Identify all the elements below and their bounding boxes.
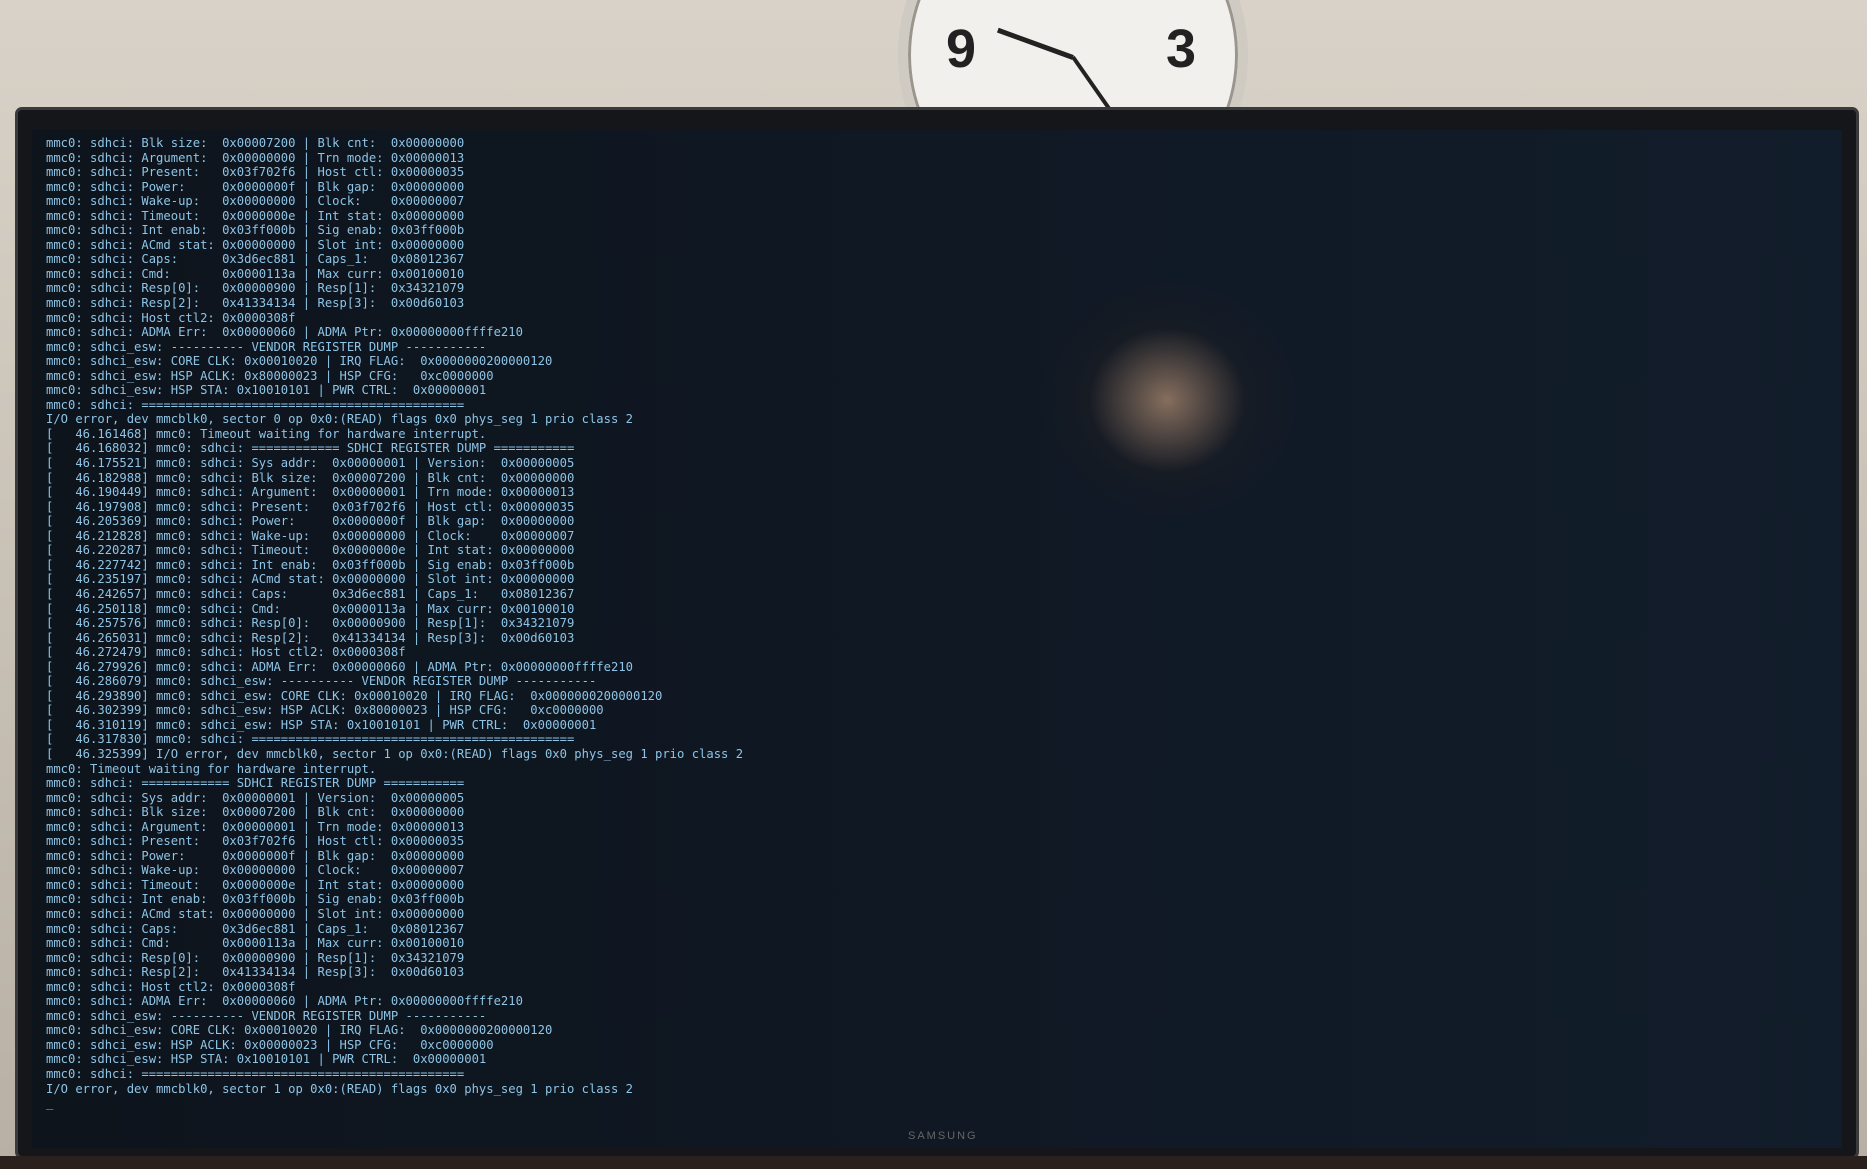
console-line: mmc0: sdhci: Argument: 0x00000001 | Trn … — [46, 819, 465, 834]
console-line: [ 46.302399] mmc0: sdhci_esw: HSP ACLK: … — [46, 703, 604, 718]
console-line: mmc0: sdhci: Argument: 0x00000000 | Trn … — [46, 150, 465, 165]
console-line: mmc0: sdhci: Cmd: 0x0000113a | Max curr:… — [46, 266, 465, 281]
monitor: mmc0: sdhci: Blk size: 0x00007200 | Blk … — [18, 110, 1856, 1156]
console-line: mmc0: sdhci: Blk size: 0x00007200 | Blk … — [46, 805, 465, 820]
console-line: [ 46.212828] mmc0: sdhci: Wake-up: 0x000… — [46, 528, 575, 543]
console-line: mmc0: sdhci: Timeout: 0x0000000e | Int s… — [46, 208, 465, 223]
desk — [0, 1156, 1867, 1169]
console-line: mmc0: sdhci_esw: HSP ACLK: 0x80000023 | … — [46, 368, 494, 383]
console-line: [ 46.197908] mmc0: sdhci: Present: 0x03f… — [46, 499, 575, 514]
console-line: [ 46.168032] mmc0: sdhci: ============ S… — [46, 441, 575, 456]
console-line: mmc0: sdhci: Resp[2]: 0x41334134 | Resp[… — [46, 296, 465, 311]
console-line: mmc0: sdhci: Power: 0x0000000f | Blk gap… — [46, 848, 465, 863]
console-line: [ 46.293890] mmc0: sdhci_esw: CORE CLK: … — [46, 688, 663, 703]
console-line: mmc0: sdhci: Host ctl2: 0x0000308f — [46, 979, 296, 994]
console-output: mmc0: sdhci: Blk size: 0x00007200 | Blk … — [46, 136, 743, 1111]
console-line: mmc0: sdhci: ADMA Err: 0x00000060 | ADMA… — [46, 325, 523, 340]
console-line: mmc0: sdhci_esw: HSP STA: 0x10010101 | P… — [46, 1052, 487, 1067]
console-line: mmc0: sdhci: ============ SDHCI REGISTER… — [46, 776, 465, 791]
console-line: mmc0: sdhci: Cmd: 0x0000113a | Max curr:… — [46, 936, 465, 951]
console-line: mmc0: sdhci: Int enab: 0x03ff000b | Sig … — [46, 892, 465, 907]
console-line: [ 46.279926] mmc0: sdhci: ADMA Err: 0x00… — [46, 659, 633, 674]
clock-numeral: 3 — [1166, 19, 1197, 79]
console-line: mmc0: sdhci: Sys addr: 0x00000001 | Vers… — [46, 790, 465, 805]
console-line: [ 46.286079] mmc0: sdhci_esw: ----------… — [46, 674, 597, 689]
console-line: mmc0: sdhci: Host ctl2: 0x0000308f — [46, 310, 296, 325]
console-line: I/O error, dev mmcblk0, sector 0 op 0x0:… — [46, 412, 633, 427]
monitor-brand-logo: SAMSUNG — [908, 1130, 978, 1142]
console-line: [ 46.265031] mmc0: sdhci: Resp[2]: 0x413… — [46, 630, 575, 645]
console-line: mmc0: sdhci: ACmd stat: 0x00000000 | Slo… — [46, 237, 465, 252]
console-line: mmc0: sdhci: ===========================… — [46, 397, 465, 412]
console-line: mmc0: sdhci: Timeout: 0x0000000e | Int s… — [46, 877, 465, 892]
console-line: mmc0: sdhci: Power: 0x0000000f | Blk gap… — [46, 179, 465, 194]
console-line: mmc0: sdhci: Wake-up: 0x00000000 | Clock… — [46, 194, 465, 209]
screen: mmc0: sdhci: Blk size: 0x00007200 | Blk … — [32, 130, 1842, 1148]
console-line: mmc0: sdhci: Wake-up: 0x00000000 | Clock… — [46, 863, 465, 878]
console-line: [ 46.220287] mmc0: sdhci: Timeout: 0x000… — [46, 543, 575, 558]
console-line: mmc0: sdhci: Resp[2]: 0x41334134 | Resp[… — [46, 965, 465, 980]
console-line: mmc0: sdhci: Int enab: 0x03ff000b | Sig … — [46, 223, 465, 238]
clock-hour-hand — [996, 27, 1074, 60]
console-line: [ 46.175521] mmc0: sdhci: Sys addr: 0x00… — [46, 456, 575, 471]
console-line: [ 46.161468] mmc0: Timeout waiting for h… — [46, 426, 487, 441]
console-line: mmc0: sdhci: Present: 0x03f702f6 | Host … — [46, 834, 465, 849]
console-line: [ 46.242657] mmc0: sdhci: Caps: 0x3d6ec8… — [46, 586, 575, 601]
console-line: mmc0: sdhci: Blk size: 0x00007200 | Blk … — [46, 136, 465, 150]
console-line: mmc0: sdhci: Caps: 0x3d6ec881 | Caps_1: … — [46, 921, 465, 936]
console-line: [ 46.235197] mmc0: sdhci: ACmd stat: 0x0… — [46, 572, 575, 587]
console-line: [ 46.250118] mmc0: sdhci: Cmd: 0x0000113… — [46, 601, 575, 616]
console-line: mmc0: sdhci: Caps: 0x3d6ec881 | Caps_1: … — [46, 252, 465, 267]
console-line: [ 46.205369] mmc0: sdhci: Power: 0x00000… — [46, 514, 575, 529]
console-line: I/O error, dev mmcblk0, sector 1 op 0x0:… — [46, 1081, 633, 1096]
console-line: [ 46.317830] mmc0: sdhci: ==============… — [46, 732, 575, 747]
console-line: mmc0: sdhci: Present: 0x03f702f6 | Host … — [46, 165, 465, 180]
console-line: [ 46.310119] mmc0: sdhci_esw: HSP STA: 0… — [46, 717, 597, 732]
console-line: [ 46.227742] mmc0: sdhci: Int enab: 0x03… — [46, 557, 575, 572]
console-line: mmc0: sdhci_esw: HSP ACLK: 0x00000023 | … — [46, 1037, 494, 1052]
console-line: mmc0: sdhci_esw: CORE CLK: 0x00010020 | … — [46, 1023, 553, 1038]
console-line: mmc0: sdhci_esw: CORE CLK: 0x00010020 | … — [46, 354, 553, 369]
console-line: mmc0: sdhci: ADMA Err: 0x00000060 | ADMA… — [46, 994, 523, 1009]
console-line: [ 46.257576] mmc0: sdhci: Resp[0]: 0x000… — [46, 616, 575, 631]
console-cursor: _ — [46, 1096, 54, 1111]
console-line: [ 46.190449] mmc0: sdhci: Argument: 0x00… — [46, 485, 575, 500]
console-line: [ 46.325399] I/O error, dev mmcblk0, sec… — [46, 746, 744, 761]
console-line: mmc0: Timeout waiting for hardware inter… — [46, 761, 377, 776]
console-line: mmc0: sdhci_esw: HSP STA: 0x10010101 | P… — [46, 383, 487, 398]
console-line: mmc0: sdhci: Resp[0]: 0x00000900 | Resp[… — [46, 950, 465, 965]
console-line: mmc0: sdhci: Resp[0]: 0x00000900 | Resp[… — [46, 281, 465, 296]
console-line: mmc0: sdhci: ===========================… — [46, 1067, 465, 1081]
console-line: mmc0: sdhci_esw: ---------- VENDOR REGIS… — [46, 339, 487, 354]
clock-numeral: 9 — [946, 19, 977, 79]
console-line: [ 46.182988] mmc0: sdhci: Blk size: 0x00… — [46, 470, 575, 485]
console-line: [ 46.272479] mmc0: sdhci: Host ctl2: 0x0… — [46, 645, 406, 660]
console-line: mmc0: sdhci: ACmd stat: 0x00000000 | Slo… — [46, 906, 465, 921]
console-line: mmc0: sdhci_esw: ---------- VENDOR REGIS… — [46, 1008, 487, 1023]
